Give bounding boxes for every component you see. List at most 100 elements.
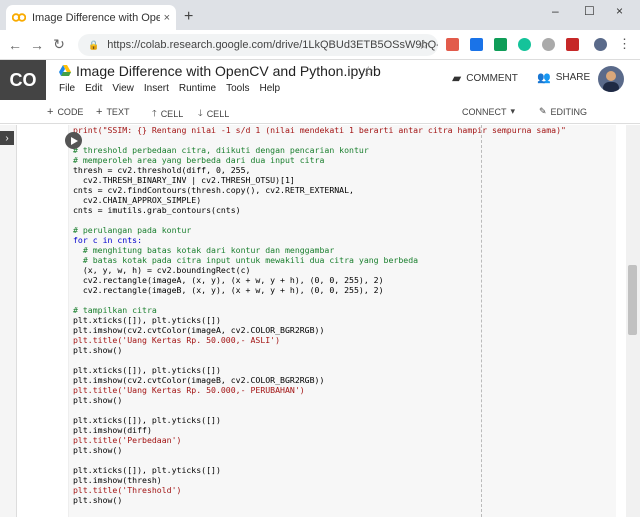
comment-label: COMMENT	[466, 72, 518, 84]
tab-title: Image Difference with OpenCV a	[32, 11, 160, 24]
code-line: (x, y, w, h) = cv2.boundingRect(c)	[73, 265, 251, 275]
chevron-down-icon: ▾	[510, 106, 516, 116]
code-line: plt.show()	[73, 345, 123, 355]
avatar[interactable]	[598, 66, 624, 92]
code-line: cv2.CHAIN_APPROX_SIMPLE)	[73, 195, 202, 205]
code-cell[interactable]: print("SSIM: {} Rentang nilai -1 s/d 1 (…	[68, 125, 616, 517]
move-cell-up-button[interactable]: 🡑 CELL	[152, 106, 183, 122]
connect-button[interactable]: CONNECT ▾	[462, 106, 515, 117]
code-line: # threshold perbedaan citra, diikuti den…	[73, 145, 369, 155]
extension-pdf-icon[interactable]	[446, 38, 459, 51]
code-line: print("SSIM: {} Rentang nilai -1 s/d 1 (…	[73, 125, 566, 135]
notebook-toolbar: + CODE + TEXT 🡑 CELL 🡓 CELL CONNECT ▾ ✎ EDITIN…	[0, 100, 640, 124]
editing-mode-button[interactable]: ✎ EDITING	[539, 106, 587, 117]
profile-icon[interactable]	[594, 38, 607, 51]
menu-view[interactable]: View	[112, 83, 134, 94]
menu-insert[interactable]: Insert	[144, 83, 169, 94]
move-cell-down-button[interactable]: 🡓 CELL	[198, 106, 229, 122]
code-line: plt.show()	[73, 395, 123, 405]
notebook-area: print("SSIM: {} Rentang nilai -1 s/d 1 (…	[17, 125, 626, 517]
play-icon	[70, 136, 78, 145]
browser-tab[interactable]: Image Difference with OpenCV a ×	[6, 5, 176, 30]
code-line: thresh = cv2.threshold(diff, 0, 255,	[73, 165, 251, 175]
code-line: # menghitung batas kotak dari kontur dan…	[73, 245, 335, 255]
extension-print-icon[interactable]	[494, 38, 507, 51]
add-text-label: TEXT	[106, 107, 130, 117]
code-line: # perulangan pada kontur	[73, 225, 192, 235]
extension-grammarly-icon[interactable]	[518, 38, 531, 51]
extension-screen-icon[interactable]	[470, 38, 483, 51]
url-input[interactable]: 🔒 https://colab.research.google.com/driv…	[78, 34, 438, 56]
comment-icon: ▰	[452, 71, 462, 85]
add-code-label: CODE	[57, 107, 84, 117]
extension-mendeley-icon[interactable]	[566, 38, 579, 51]
code-line: plt.show()	[73, 445, 123, 455]
code-line: plt.xticks([]), plt.yticks([])	[73, 465, 221, 475]
code-line: plt.imshow(diff)	[73, 425, 152, 435]
menu-help[interactable]: Help	[259, 83, 280, 94]
window-close-button[interactable]: ×	[616, 4, 623, 18]
url-text: https://colab.research.google.com/drive/…	[107, 39, 438, 51]
plus-icon: +	[96, 106, 103, 118]
forward-icon[interactable]: →	[26, 37, 48, 53]
code-line: plt.xticks([]), plt.yticks([])	[73, 365, 221, 375]
drive-icon	[59, 65, 71, 76]
arrow-up-icon: 🡑	[152, 108, 157, 118]
code-line: plt.title('Threshold')	[73, 485, 182, 495]
code-line: plt.xticks([]), plt.yticks([])	[73, 315, 221, 325]
minimize-button[interactable]: –	[552, 4, 559, 18]
cell-up-label: CELL	[160, 109, 184, 119]
pencil-icon: ✎	[539, 106, 547, 116]
star-icon[interactable]: ☆	[362, 63, 375, 80]
reload-icon[interactable]: ↻	[48, 36, 70, 53]
code-line: # batas kotak pada citra input untuk mew…	[73, 255, 419, 265]
code-line: # tampilkan citra	[73, 305, 157, 315]
code-line: for c in cnts:	[73, 235, 143, 245]
code-line: cv2.THRESH_BINARY_INV | cv2.THRESH_OTSU)…	[73, 175, 295, 185]
code-line: plt.show()	[73, 495, 123, 505]
code-line: plt.imshow(cv2.cvtColor(imageA, cv2.COLO…	[73, 325, 325, 335]
menu-tools[interactable]: Tools	[226, 83, 249, 94]
bookmark-star-icon[interactable]: ☆	[418, 37, 430, 53]
menu-edit[interactable]: Edit	[85, 83, 102, 94]
new-tab-button[interactable]: +	[184, 8, 193, 26]
code-line: cv2.rectangle(imageB, (x, y), (x + w, y …	[73, 285, 384, 295]
lock-icon: 🔒	[88, 39, 100, 50]
scrollbar[interactable]	[626, 125, 640, 517]
menu-file[interactable]: File	[59, 83, 75, 94]
notebook-title[interactable]: Image Difference with OpenCV and Python.…	[76, 63, 381, 79]
arrow-down-icon: 🡓	[198, 108, 203, 118]
code-line: cv2.rectangle(imageA, (x, y), (x + w, y …	[73, 275, 384, 285]
run-cell-button[interactable]	[65, 132, 82, 149]
share-button[interactable]: 👥 SHARE	[537, 71, 590, 84]
comment-button[interactable]: ▰ COMMENT	[452, 71, 518, 85]
code-line: plt.title('Perbedaan')	[73, 435, 182, 445]
scrollbar-thumb[interactable]	[628, 265, 637, 335]
extension-k-icon[interactable]	[542, 38, 555, 51]
share-label: SHARE	[555, 72, 591, 83]
expand-sidebar-icon[interactable]: ›	[0, 131, 14, 145]
side-panel: ›	[0, 125, 17, 517]
code-line: plt.title('Uang Kertas Rp. 50.000,- ASLI…	[73, 335, 281, 345]
colab-favicon-icon	[12, 13, 26, 23]
tab-close-icon[interactable]: ×	[164, 12, 170, 24]
back-icon[interactable]: ←	[4, 37, 26, 53]
code-line: plt.xticks([]), plt.yticks([])	[73, 415, 221, 425]
code-editor[interactable]: print("SSIM: {} Rentang nilai -1 s/d 1 (…	[73, 125, 566, 505]
code-line: cnts = cv2.findContours(thresh.copy(), c…	[73, 185, 354, 195]
cell-down-label: CELL	[206, 109, 230, 119]
line-length-ruler	[481, 125, 482, 517]
chrome-menu-icon[interactable]: ⋮	[618, 36, 631, 52]
maximize-button[interactable]: ☐	[584, 4, 595, 18]
add-code-button[interactable]: + CODE	[47, 106, 83, 118]
add-text-button[interactable]: + TEXT	[96, 106, 129, 118]
code-line: plt.imshow(cv2.cvtColor(imageB, cv2.COLO…	[73, 375, 325, 385]
colab-logo[interactable]: CO	[0, 60, 46, 100]
menu-runtime[interactable]: Runtime	[179, 83, 216, 94]
code-line: plt.title('Uang Kertas Rp. 50.000,- PERU…	[73, 385, 305, 395]
